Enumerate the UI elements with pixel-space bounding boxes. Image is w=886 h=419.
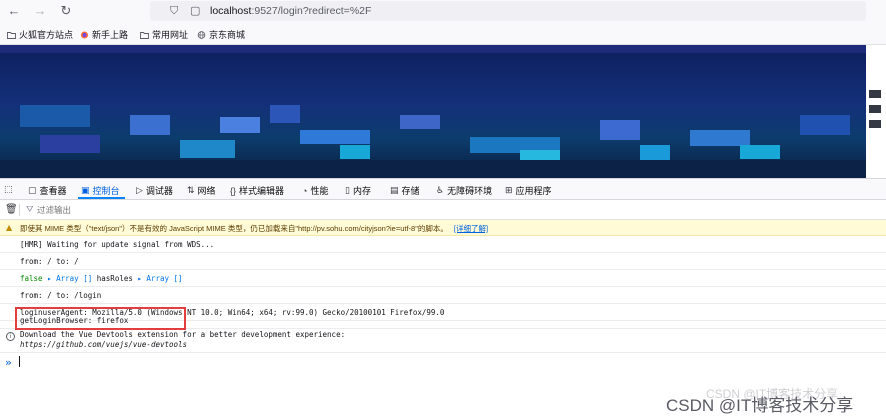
- url-text[interactable]: localhost:9527/login?redirect=%2F: [210, 5, 371, 17]
- application-icon: ⊞: [505, 185, 513, 195]
- info-icon: i: [6, 332, 15, 341]
- watermark: CSDN @IT博客技术分享: [666, 396, 854, 415]
- back-arrow-icon[interactable]: ←: [6, 3, 22, 19]
- console-prompt-icon: »: [5, 356, 12, 369]
- login-banner-image: [0, 45, 866, 178]
- console-toolbar: 🗑 ⛛: [0, 200, 886, 220]
- trash-icon[interactable]: 🗑: [5, 204, 18, 215]
- bookmarks-toolbar: 火狐官方站点 新手上路 常用网址 京东商城: [0, 24, 886, 45]
- devtools-tab-bar: ⬚ ▢ 查看器 ▣ 控制台 ▷ 调试器 ⇅ 网络 {} 样式编辑器 ◔ 性能 ▯ 内存 ▤ 存储…: [0, 178, 886, 200]
- console-info-row: i Download the Vue Devtools extension fo…: [0, 329, 886, 353]
- performance-icon: ◔: [302, 185, 308, 196]
- tab-debugger[interactable]: ▷ 调试器: [136, 184, 173, 197]
- console-log-row: from: / to: /: [0, 253, 886, 270]
- style-editor-icon: {}: [230, 185, 237, 196]
- storage-icon: ▤: [390, 185, 399, 195]
- console-log-row: from: / to: /login: [0, 287, 886, 304]
- console-warning-row: ▲ 即使其 MIME 类型（"text/json"）不是有效的 JavaScri…: [0, 220, 886, 236]
- bookmark-item[interactable]: 京东商城: [197, 28, 245, 41]
- scrollbar-strip: [866, 45, 886, 178]
- folder-icon: [140, 31, 149, 39]
- bookmark-item[interactable]: 新手上路: [80, 28, 128, 41]
- memory-icon: ▯: [345, 185, 350, 195]
- tab-application[interactable]: ⊞ 应用程序: [505, 184, 552, 197]
- tab-network[interactable]: ⇅ 网络: [187, 184, 216, 197]
- page-info-icon[interactable]: ▢: [190, 4, 200, 18]
- filter-icon: ⛛: [26, 204, 34, 214]
- active-tab-indicator: [78, 197, 125, 199]
- url-bar[interactable]: ⛉ ▢ localhost:9527/login?redirect=%2F: [150, 1, 866, 21]
- learn-more-link[interactable]: [详细了解]: [454, 224, 488, 233]
- debugger-icon: ▷: [136, 185, 143, 195]
- tab-style-editor[interactable]: {} 样式编辑器: [230, 184, 284, 197]
- filter-output-input[interactable]: [37, 205, 157, 215]
- element-picker-icon[interactable]: ⬚: [4, 184, 13, 195]
- toolbar-divider: [19, 204, 20, 216]
- expandable-array[interactable]: ▸ Array []: [137, 274, 182, 283]
- console-log-row: [HMR] Waiting for update signal from WDS…: [0, 236, 886, 253]
- browser-nav-bar: ← → ↻ ⛉ ▢ localhost:9527/login?redirect=…: [0, 0, 886, 24]
- tab-performance[interactable]: ◔ 性能: [302, 184, 328, 197]
- console-input-caret[interactable]: [19, 356, 20, 367]
- tab-accessibility[interactable]: ♿ 无障碍环境: [436, 184, 492, 197]
- warning-icon: ▲: [6, 223, 13, 232]
- tab-memory[interactable]: ▯ 内存: [345, 184, 371, 197]
- shield-icon[interactable]: ⛉: [170, 4, 178, 18]
- globe-icon: [197, 30, 206, 39]
- tab-storage[interactable]: ▤ 存储: [390, 184, 420, 197]
- tab-console[interactable]: ▣ 控制台: [81, 184, 120, 197]
- bookmark-item[interactable]: 常用网址: [140, 28, 188, 41]
- forward-arrow-icon[interactable]: →: [32, 3, 48, 19]
- folder-icon: [7, 31, 16, 39]
- console-log-row: false ▸ Array [] hasRoles ▸ Array []: [0, 270, 886, 287]
- highlight-annotation-box: [15, 307, 186, 330]
- accessibility-icon: ♿: [436, 185, 445, 195]
- reload-icon[interactable]: ↻: [58, 3, 74, 19]
- expandable-array[interactable]: ▸ Array []: [47, 274, 92, 283]
- tab-inspector[interactable]: ▢ 查看器: [28, 184, 67, 197]
- console-icon: ▣: [81, 185, 90, 195]
- network-icon: ⇅: [187, 185, 195, 195]
- inspector-icon: ▢: [28, 185, 37, 195]
- bookmark-item[interactable]: 火狐官方站点: [7, 28, 73, 41]
- firefox-icon: [80, 30, 89, 39]
